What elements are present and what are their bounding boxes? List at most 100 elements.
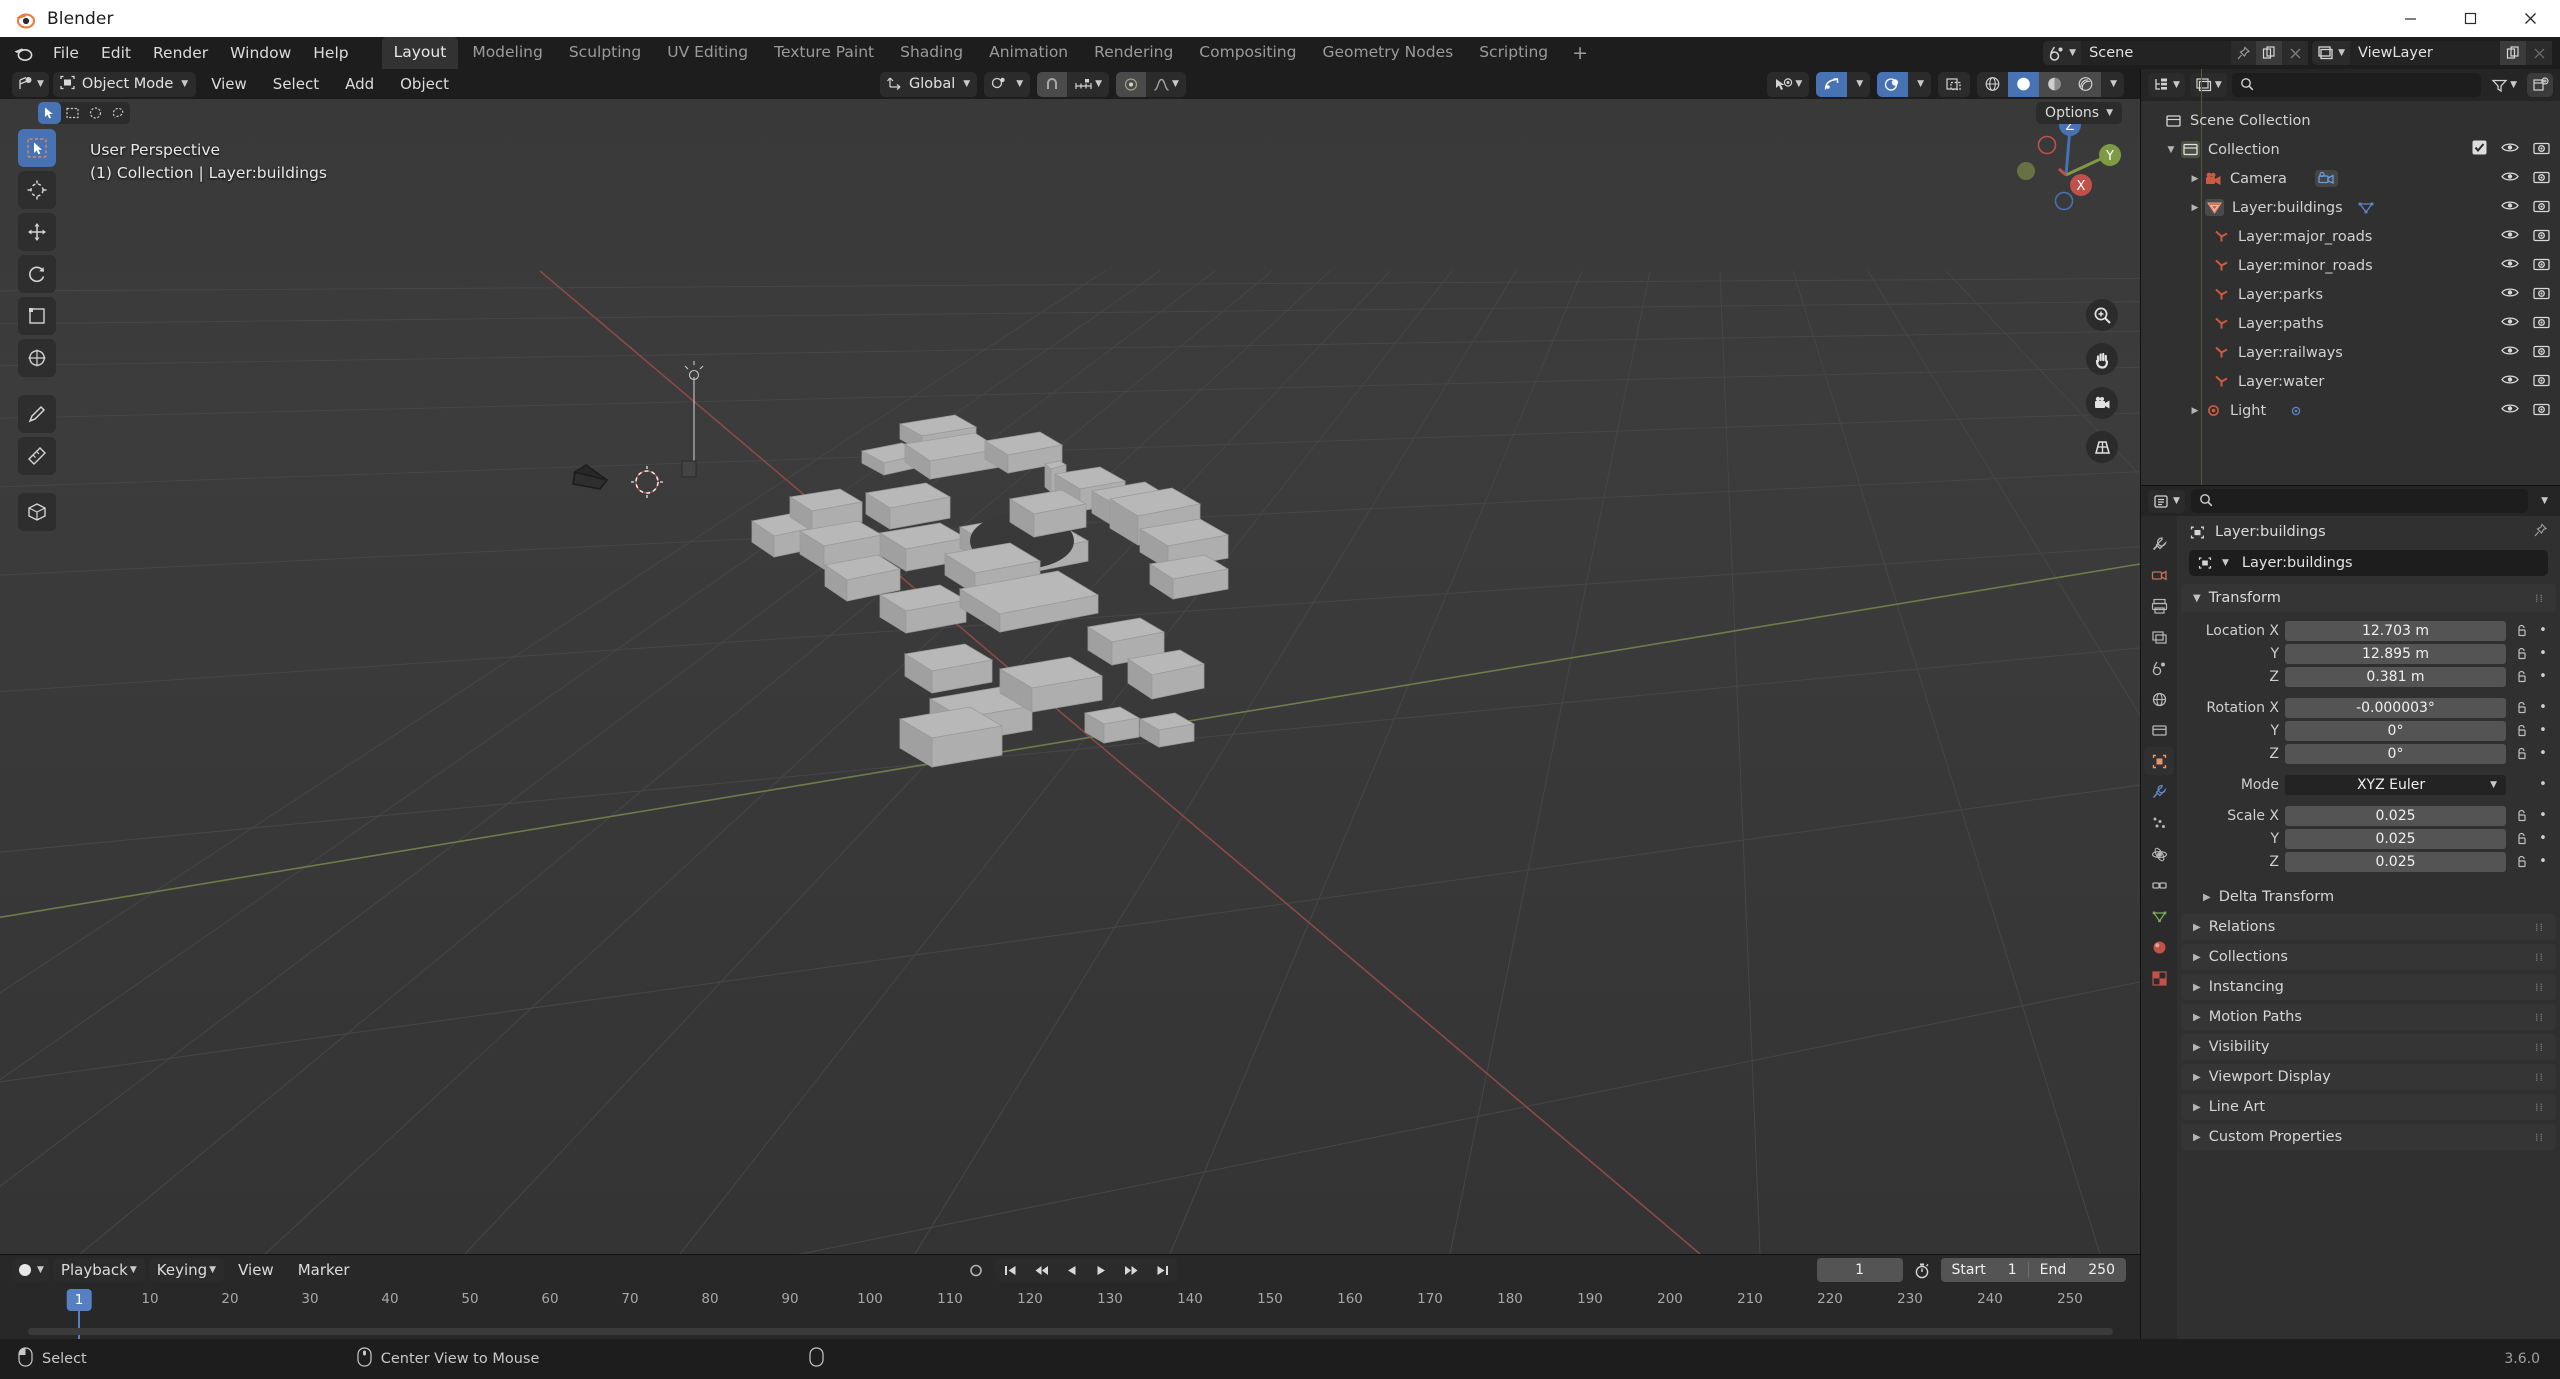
select-mode-group[interactable] xyxy=(38,102,130,124)
panel-grip-icon[interactable]: ⁞⁞ xyxy=(2535,592,2544,605)
editor-type-timeline-icon[interactable]: ▼ xyxy=(12,1258,49,1282)
eye-icon[interactable] xyxy=(2501,402,2519,419)
animate-dot-icon[interactable]: • xyxy=(2536,746,2550,761)
animate-dot-icon[interactable]: • xyxy=(2536,723,2550,738)
delete-scene-icon[interactable] xyxy=(2282,41,2309,65)
object-types-visibility[interactable]: ▼ xyxy=(1767,71,1810,97)
viewport-menu-select[interactable]: Select xyxy=(262,72,330,96)
shading-mode-controls[interactable]: ▼ xyxy=(1977,71,2124,97)
rotation-x-value[interactable]: -0.000003° xyxy=(2285,697,2506,718)
lock-icon[interactable] xyxy=(2512,809,2530,822)
toggle-xray-icon[interactable] xyxy=(1938,72,1970,97)
measure-tool[interactable] xyxy=(18,437,56,475)
eye-icon[interactable] xyxy=(2501,199,2519,216)
object-tab[interactable] xyxy=(2144,747,2174,775)
circle-select-icon[interactable] xyxy=(84,102,107,124)
viewport-menu-view[interactable]: View xyxy=(200,72,258,96)
scale-y-value[interactable]: 0.025 xyxy=(2285,828,2506,849)
viewlayer-browse-icon[interactable]: ▼ xyxy=(2312,41,2350,65)
data-tab[interactable] xyxy=(2144,902,2174,930)
tab-layout[interactable]: Layout xyxy=(381,37,459,69)
auto-keying-record-icon[interactable] xyxy=(963,1258,990,1282)
rotation-mode-select[interactable]: XYZ Euler ▼ xyxy=(2285,774,2506,795)
location-z-value[interactable]: 0.381 m xyxy=(2285,666,2506,687)
transform-orientation-selector[interactable]: Global ▼ xyxy=(880,71,978,97)
transform-panel-header[interactable]: ▼ Transform ⁞⁞ xyxy=(2181,584,2556,612)
gizmo-dropdown[interactable]: ▼ xyxy=(1847,72,1870,97)
outliner-row-layer-water[interactable]: Layer:water xyxy=(2141,367,2560,396)
viewport-menu-add[interactable]: Add xyxy=(334,72,385,96)
show-overlays-icon[interactable] xyxy=(1877,71,1909,97)
outliner-row-layer-railways[interactable]: Layer:railways xyxy=(2141,338,2560,367)
camera-render-icon[interactable] xyxy=(2533,257,2550,275)
scale-y-row[interactable]: Y 0.025 • xyxy=(2187,828,2550,849)
overlay-controls[interactable]: ▼ xyxy=(1877,71,1932,97)
prev-keyframe-icon[interactable] xyxy=(1026,1258,1058,1282)
animate-dot-icon[interactable]: • xyxy=(2536,669,2550,684)
animate-dot-icon[interactable]: • xyxy=(2536,700,2550,715)
outliner-row-collection[interactable]: ▼ Collection xyxy=(2141,135,2560,164)
playhead[interactable]: 1 xyxy=(66,1289,92,1311)
rotation-y-row[interactable]: Y 0° • xyxy=(2187,720,2550,741)
pin-icon[interactable] xyxy=(2231,41,2256,65)
scene-selector[interactable]: ▼ Scene xyxy=(2043,41,2309,65)
physics-tab[interactable] xyxy=(2144,840,2174,868)
panel-grip-icon[interactable]: ⁞⁞ xyxy=(2535,981,2544,994)
texture-tab[interactable] xyxy=(2144,964,2174,992)
lasso-select-icon[interactable] xyxy=(107,102,130,124)
camera-render-icon[interactable] xyxy=(2533,141,2550,159)
panel-visibility[interactable]: ▶ Visibility ⁞⁞ xyxy=(2181,1034,2556,1060)
close-icon[interactable] xyxy=(2500,0,2560,37)
timeline-menu-view[interactable]: View xyxy=(228,1258,284,1282)
eye-icon[interactable] xyxy=(2501,257,2519,274)
animate-dot-icon[interactable]: • xyxy=(2536,646,2550,661)
material-preview-icon[interactable] xyxy=(2039,71,2071,97)
viewlayer-name-field[interactable]: ViewLayer xyxy=(2350,41,2500,65)
collection-tab[interactable] xyxy=(2144,716,2174,744)
jump-start-icon[interactable] xyxy=(996,1258,1026,1282)
maximize-icon[interactable] xyxy=(2440,0,2500,37)
scale-x-row[interactable]: Scale X 0.025 • xyxy=(2187,805,2550,826)
editor-type-3dview-icon[interactable]: ▼ xyxy=(12,71,49,97)
xray-controls[interactable] xyxy=(1938,71,1971,97)
viewport-menu-object[interactable]: Object xyxy=(389,72,460,96)
panel-relations[interactable]: ▶ Relations ⁞⁞ xyxy=(2181,914,2556,940)
start-value[interactable]: 1 xyxy=(1997,1262,2028,1278)
panel-grip-icon[interactable]: ⁞⁞ xyxy=(2535,921,2544,934)
show-gizmo-icon[interactable] xyxy=(1816,71,1848,97)
outliner-display-mode-icon[interactable]: ▼ xyxy=(2148,73,2185,97)
tool-tab[interactable] xyxy=(2144,530,2174,558)
outliner-row-layer-minor-roads[interactable]: Layer:minor_roads xyxy=(2141,251,2560,280)
camera-view-icon[interactable] xyxy=(2086,387,2118,419)
mesh-data-icon[interactable] xyxy=(2357,200,2375,215)
location-y-value[interactable]: 12.895 m xyxy=(2285,643,2506,664)
delete-viewlayer-icon[interactable] xyxy=(2526,41,2552,65)
outliner-row-layer-major-roads[interactable]: Layer:major_roads xyxy=(2141,222,2560,251)
panel-collections[interactable]: ▶ Collections ⁞⁞ xyxy=(2181,944,2556,970)
panel-motion-paths[interactable]: ▶ Motion Paths ⁞⁞ xyxy=(2181,1004,2556,1030)
lock-icon[interactable] xyxy=(2512,855,2530,868)
location-x-row[interactable]: Location X 12.703 m • xyxy=(2187,620,2550,641)
minimize-icon[interactable] xyxy=(2380,0,2440,37)
falloff-smooth-icon[interactable]: ▼ xyxy=(1146,72,1186,97)
scale-x-value[interactable]: 0.025 xyxy=(2285,805,2506,826)
tweak-select-icon[interactable] xyxy=(38,102,61,124)
camera-render-icon[interactable] xyxy=(2533,344,2550,362)
modifiers-tab[interactable] xyxy=(2144,778,2174,806)
mode-selector[interactable]: Object Mode ▼ xyxy=(52,71,197,97)
properties-search-input[interactable] xyxy=(2190,489,2529,513)
delta-transform-subpanel[interactable]: ▶ Delta Transform xyxy=(2177,884,2560,910)
collection-checkbox[interactable] xyxy=(2472,140,2487,159)
zoom-icon[interactable] xyxy=(2086,299,2118,331)
blender-menu-icon[interactable] xyxy=(10,42,36,64)
animate-dot-icon[interactable]: • xyxy=(2536,777,2550,792)
chevron-down-icon[interactable]: ▼ xyxy=(2165,145,2177,155)
panel-custom-properties[interactable]: ▶ Custom Properties ⁞⁞ xyxy=(2181,1124,2556,1150)
add-workspace-button[interactable]: + xyxy=(1562,40,1598,66)
outliner-row-scene-collection[interactable]: Scene Collection xyxy=(2141,106,2560,135)
light-data-icon[interactable] xyxy=(2288,404,2304,418)
render-tab[interactable] xyxy=(2144,561,2174,589)
scene-tab[interactable] xyxy=(2144,654,2174,682)
eye-icon[interactable] xyxy=(2501,228,2519,245)
location-y-row[interactable]: Y 12.895 m • xyxy=(2187,643,2550,664)
